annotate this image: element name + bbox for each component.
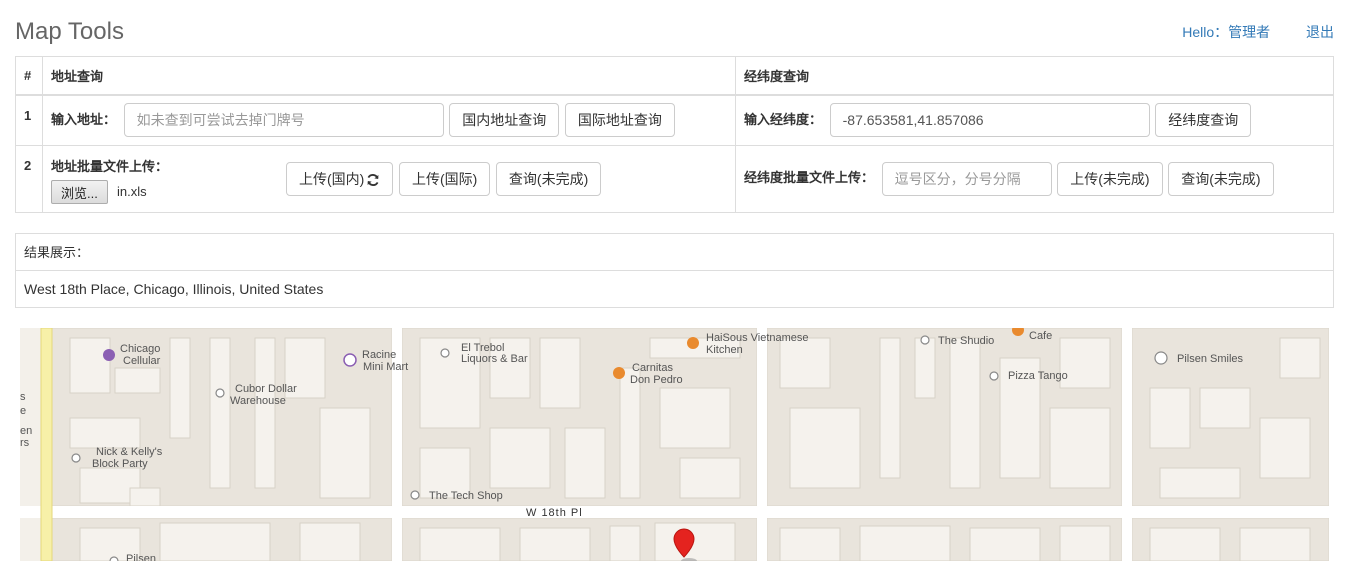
column-header-address: 地址查询 (42, 56, 736, 96)
poi-label: The Tech Shop (429, 490, 503, 502)
place-icon (215, 388, 225, 398)
poi-label: Nick & Kelly's (96, 446, 163, 458)
address-batch-cell: 地址批量文件上传： 浏览... in.xls 上传(国内) 上传(国际) 查询(… (42, 145, 736, 213)
map-edge-label: rs (20, 437, 30, 449)
poi-label: Liquors & Bar (461, 353, 528, 365)
poi-label: Don Pedro (630, 374, 683, 386)
upload-domestic-label: 上传(国内) (299, 171, 365, 187)
street-w-18th-pl (20, 506, 1329, 518)
latlng-batch-label: 经纬度批量文件上传： (744, 170, 875, 186)
user-greeting-link[interactable]: Hello：管理者 (1182, 24, 1270, 40)
latlng-query-cell: 输入经纬度： 经纬度查询 (735, 94, 1334, 146)
poi-label: Cellular (123, 355, 161, 367)
poi-label: Pizza Tango (1008, 370, 1068, 382)
tool-table: # 地址查询 经纬度查询 1 输入地址： 国内地址查询 国际地址查询 输入经纬度… (15, 56, 1334, 213)
poi-label: Block Party (92, 458, 148, 470)
restaurant-icon (613, 367, 625, 379)
result-text: West 18th Place, Chicago, Illinois, Unit… (24, 281, 324, 297)
poi-label: Racine (362, 349, 396, 361)
poi-label: Carnitas (632, 362, 673, 374)
selected-file-name: in.xls (117, 184, 147, 199)
map-view[interactable]: W 18th Pl s e en rs Chicago Cellular Rac… (20, 328, 1329, 561)
latlng-upload-button[interactable]: 上传(未完成) (1057, 162, 1163, 196)
user-area: Hello：管理者 退出 (1182, 22, 1334, 42)
page-title: Map Tools (15, 18, 124, 45)
restaurant-icon (687, 337, 699, 349)
poi-label: The Shudio (938, 335, 994, 347)
address-query-cell: 输入地址： 国内地址查询 国际地址查询 (42, 94, 736, 146)
map-edge-label: en (20, 425, 32, 437)
column-header-number: # (15, 56, 43, 96)
medical-icon (1154, 351, 1168, 365)
latlng-label: 输入经纬度： (744, 111, 823, 127)
international-address-query-button[interactable]: 国际地址查询 (564, 103, 675, 138)
result-panel: 结果展示： West 18th Place, Chicago, Illinois… (15, 233, 1334, 308)
logout-link[interactable]: 退出 (1306, 24, 1334, 40)
latlng-query-button[interactable]: 经纬度查询 (1155, 103, 1252, 138)
latlng-batch-query-button[interactable]: 查询(未完成) (1168, 162, 1274, 196)
place-icon (410, 490, 420, 500)
street-label: W 18th Pl (526, 507, 583, 519)
latlng-batch-cell: 经纬度批量文件上传： 上传(未完成) 查询(未完成) (735, 145, 1334, 213)
poi-label: Pilsen Smiles (1177, 353, 1244, 365)
domestic-address-query-button[interactable]: 国内地址查询 (449, 103, 560, 138)
poi-label: HaiSous Vietnamese (706, 332, 809, 344)
table-row: 1 输入地址： 国内地址查询 国际地址查询 输入经纬度： 经纬度查询 (15, 94, 1334, 146)
place-icon (109, 556, 119, 561)
poi-label: Warehouse (230, 395, 286, 407)
upload-international-button[interactable]: 上传(国际) (398, 162, 491, 196)
side-street (1122, 328, 1132, 561)
map-edge-label: e (20, 405, 26, 417)
table-row: 2 地址批量文件上传： 浏览... in.xls 上传(国内) 上传(国际) 查… (15, 145, 1334, 213)
result-heading: 结果展示： (16, 234, 1333, 271)
poi-label: Mini Mart (363, 361, 408, 373)
poi-label: Kitchen (706, 344, 743, 356)
poi-label: Pilsen (126, 553, 156, 561)
row-number: 2 (15, 145, 43, 213)
address-batch-label: 地址批量文件上传： (51, 159, 169, 174)
poi-label: Chicago (120, 343, 160, 355)
side-street (757, 328, 767, 561)
address-input[interactable] (123, 103, 444, 138)
poi-label: Cubor Dollar (235, 383, 297, 395)
batch-query-button[interactable]: 查询(未完成) (495, 162, 602, 196)
place-icon (989, 371, 999, 381)
refresh-icon (367, 174, 379, 187)
address-label: 输入地址： (51, 111, 117, 127)
map-canvas[interactable]: W 18th Pl s e en rs Chicago Cellular Rac… (20, 328, 1329, 561)
column-header-latlng: 经纬度查询 (735, 56, 1334, 96)
major-road (40, 328, 53, 561)
place-icon (920, 335, 930, 345)
map-edge-label: s (20, 391, 26, 403)
upload-button-group: 上传(国内) 上传(国际) 查询(未完成) (284, 162, 602, 196)
store-icon (343, 353, 357, 367)
place-icon (440, 348, 450, 358)
shopping-icon (103, 349, 115, 361)
poi-label: Cafe (1029, 330, 1052, 342)
upload-domestic-button[interactable]: 上传(国内) (286, 162, 394, 196)
latlng-batch-input[interactable] (881, 162, 1052, 196)
browse-file-button[interactable]: 浏览... (51, 180, 108, 204)
row-number: 1 (15, 94, 43, 146)
latlng-input[interactable] (829, 103, 1150, 138)
place-icon (71, 453, 81, 463)
